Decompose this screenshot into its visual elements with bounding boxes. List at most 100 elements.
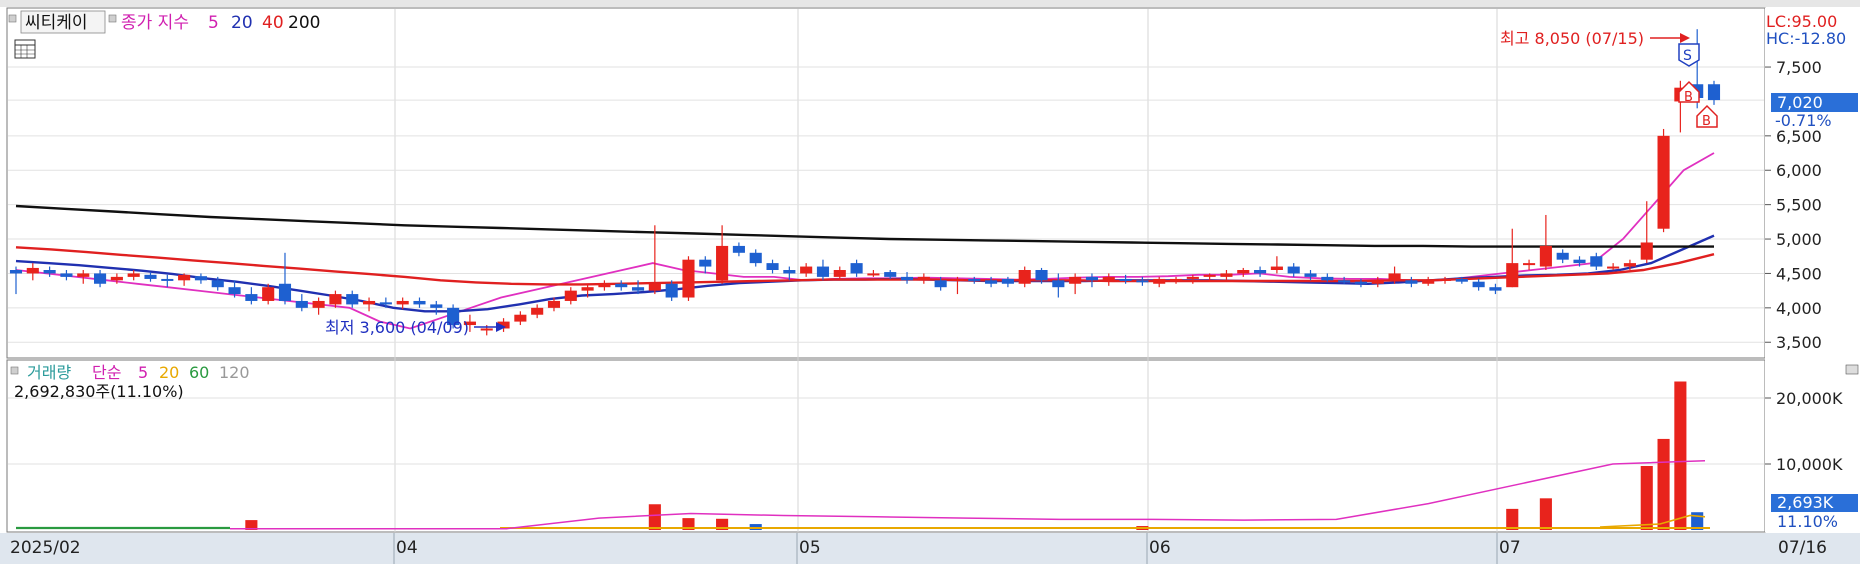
volume-toggle-icon[interactable] bbox=[10, 366, 19, 375]
candle-body bbox=[1052, 280, 1065, 288]
candle-body bbox=[934, 280, 947, 288]
candle-body bbox=[884, 272, 897, 277]
candle-body bbox=[194, 276, 207, 281]
hc-label: HC:-12.80 bbox=[1766, 29, 1846, 48]
candle-body bbox=[245, 294, 258, 301]
candle-body bbox=[531, 307, 544, 315]
candle-body bbox=[1153, 278, 1166, 284]
volume-pct-label: 11.10% bbox=[1777, 512, 1838, 531]
candle-body bbox=[917, 276, 930, 281]
price-tick-label: 5,000 bbox=[1776, 230, 1822, 249]
candle-body bbox=[396, 300, 409, 305]
candle-body bbox=[1371, 280, 1384, 284]
last-price-label: 7,020 bbox=[1777, 93, 1823, 112]
price-tick-label: 3,500 bbox=[1776, 333, 1822, 352]
volume-bar bbox=[1640, 465, 1653, 530]
candle-body bbox=[699, 259, 712, 267]
candle-body bbox=[480, 328, 493, 331]
chart-canvas: 씨티케이 종가 지수 5 20 40 200 최고 8,050 (07/15) … bbox=[0, 0, 1860, 564]
date-tick-label: 04 bbox=[396, 538, 418, 558]
price-tick-label: 5,500 bbox=[1776, 196, 1822, 215]
candle-body bbox=[1270, 266, 1283, 270]
candle-body bbox=[1489, 287, 1502, 291]
candle-body bbox=[867, 273, 880, 276]
volume-tick-label: 10,000K bbox=[1776, 455, 1843, 474]
candle-body bbox=[1287, 266, 1300, 274]
date-tick-label: 07/16 bbox=[1778, 538, 1827, 558]
candle-body bbox=[9, 270, 23, 274]
candle-body bbox=[985, 280, 998, 284]
candle-body bbox=[1085, 276, 1099, 281]
high-annotation: 최고 8,050 (07/15) bbox=[1500, 29, 1644, 48]
volume-tick-label: 20,000K bbox=[1776, 389, 1843, 408]
price-tick-label: 7,500 bbox=[1776, 58, 1822, 77]
candle-body bbox=[1018, 270, 1031, 284]
candle-body bbox=[1539, 245, 1552, 267]
candle-body bbox=[968, 278, 981, 281]
candle-body bbox=[514, 314, 527, 322]
candle-body bbox=[1640, 242, 1653, 260]
candle-body bbox=[211, 280, 224, 288]
date-tick-label: 06 bbox=[1149, 538, 1171, 558]
candle-body bbox=[1354, 281, 1368, 284]
price-tick-label: 4,000 bbox=[1776, 299, 1822, 318]
current-volume: 2,692,830주(11.10%) bbox=[14, 382, 184, 401]
candle-body bbox=[1623, 263, 1636, 267]
ma-toggle-icon[interactable] bbox=[108, 14, 117, 23]
candle-body bbox=[295, 300, 308, 308]
candle-body bbox=[800, 266, 813, 274]
volume-ma-20: 20 bbox=[159, 363, 179, 382]
candle-body bbox=[1657, 135, 1670, 229]
candle-body bbox=[161, 278, 174, 281]
candle-body bbox=[631, 287, 645, 291]
candle-body bbox=[598, 283, 611, 288]
candle-body bbox=[1422, 280, 1435, 284]
candle-body bbox=[94, 273, 107, 284]
candle-body bbox=[766, 263, 779, 270]
candle-body bbox=[1506, 263, 1519, 288]
candle-body bbox=[430, 304, 443, 308]
x-axis-bar bbox=[0, 533, 1860, 564]
candle-body bbox=[1556, 252, 1569, 260]
candle-body bbox=[1455, 278, 1468, 282]
candle-body bbox=[1707, 84, 1721, 101]
candle-body bbox=[1220, 273, 1233, 277]
candle-body bbox=[1119, 278, 1132, 281]
date-tick-label: 2025/02 bbox=[10, 538, 81, 558]
candle-body bbox=[1102, 276, 1115, 281]
table-icon[interactable] bbox=[14, 39, 36, 59]
candle-body bbox=[178, 274, 191, 281]
candle-body bbox=[1203, 274, 1216, 277]
ma-legend-200: 200 bbox=[288, 13, 320, 33]
ma-legend-label: 종가 지수 bbox=[121, 13, 189, 33]
candle-body bbox=[1136, 280, 1149, 283]
price-tick-label: 4,500 bbox=[1776, 264, 1822, 283]
candle-body bbox=[26, 267, 39, 274]
candle-body bbox=[816, 266, 830, 277]
candle-body bbox=[564, 290, 577, 301]
candle-body bbox=[278, 283, 292, 301]
candle-body bbox=[1254, 270, 1267, 274]
candle-body bbox=[312, 300, 325, 308]
candle-body bbox=[329, 294, 342, 305]
candle-body bbox=[1590, 256, 1603, 267]
candle-body bbox=[951, 278, 964, 281]
candle-body bbox=[1573, 259, 1586, 264]
volume-title: 거래량 bbox=[27, 363, 71, 382]
candle-body bbox=[228, 287, 241, 295]
volume-panel bbox=[6, 359, 1766, 533]
price-tick-label: 6,000 bbox=[1776, 161, 1822, 180]
candle-body bbox=[1186, 276, 1199, 279]
volume-ma-label: 단순 bbox=[92, 363, 121, 382]
panel-toggle-icon[interactable] bbox=[8, 14, 17, 23]
volume-bar bbox=[1506, 508, 1519, 530]
panel-menu-icon[interactable] bbox=[1845, 364, 1859, 375]
date-tick-label: 05 bbox=[799, 538, 821, 558]
candle-body bbox=[665, 283, 678, 298]
candle-body bbox=[1607, 266, 1620, 269]
buy-signal-label: B bbox=[1684, 90, 1693, 105]
ma-legend-5: 5 bbox=[208, 13, 219, 33]
candle-body bbox=[1001, 278, 1014, 284]
sell-signal-label: S bbox=[1683, 48, 1692, 64]
candle-body bbox=[1069, 276, 1082, 284]
